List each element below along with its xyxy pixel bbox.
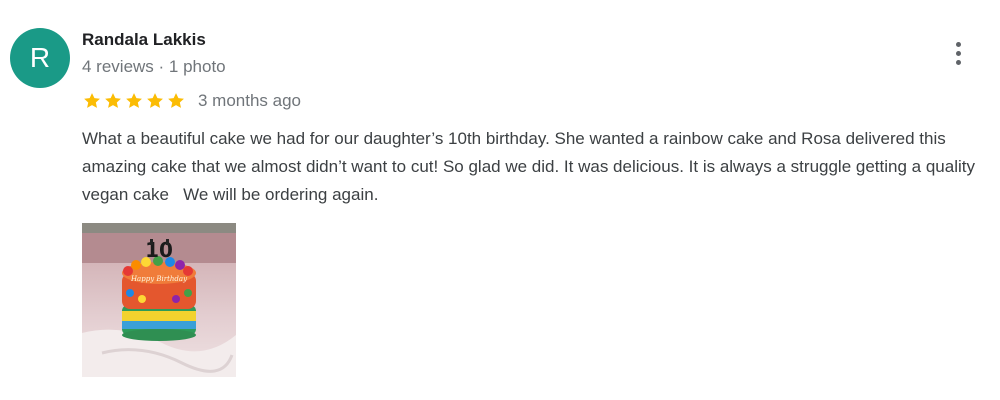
star-rating — [82, 91, 186, 111]
more-vert-icon — [955, 41, 961, 47]
star-icon — [147, 93, 163, 108]
more-options-button[interactable] — [944, 38, 972, 68]
more-vert-icon-dot — [955, 59, 961, 65]
star-icon — [84, 93, 100, 108]
more-vert-icon-dot — [955, 50, 961, 56]
author-meta: 4 reviews · 1 photo — [82, 57, 226, 76]
author-name[interactable]: Randala Lakkis — [82, 30, 206, 50]
review-date: 3 months ago — [198, 91, 302, 110]
avatar[interactable]: R — [10, 28, 70, 88]
star-icon — [168, 93, 184, 108]
review-text: What a beautiful cake we had for our dau… — [82, 129, 980, 204]
avatar-initial: R — [29, 42, 51, 73]
star-icon — [126, 93, 142, 108]
rating-row: 3 months ago — [82, 89, 301, 113]
cake-writing: Happy Birthday — [130, 275, 188, 283]
star-icon — [105, 93, 121, 108]
rainbow-cake-photo: Happy Birthday 10 — [82, 223, 236, 377]
review-photo[interactable]: Happy Birthday 10 — [82, 223, 236, 377]
review-card: R Randala Lakkis 4 reviews · 1 photo 3 m… — [0, 0, 1000, 400]
